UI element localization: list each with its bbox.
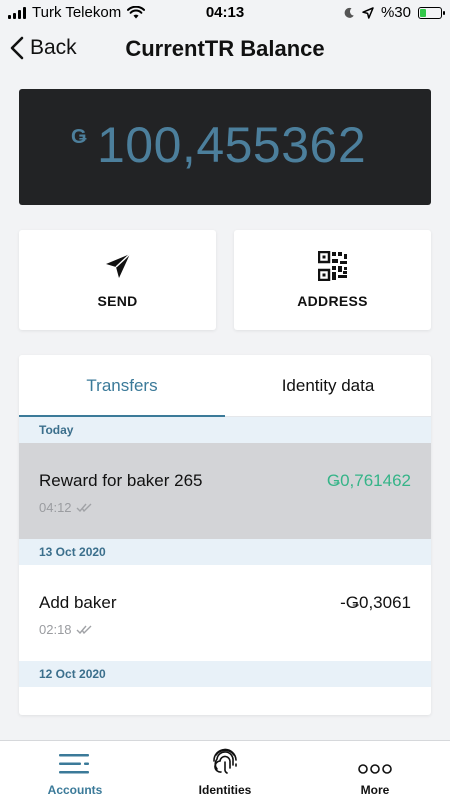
address-label: ADDRESS: [297, 293, 368, 309]
nav-accounts[interactable]: Accounts: [0, 741, 150, 800]
moon-icon: [344, 7, 354, 18]
status-bar: Turk Telekom 04:13 %30: [0, 0, 450, 26]
nav-identities[interactable]: Identities: [150, 741, 300, 800]
nav-more[interactable]: More: [300, 741, 450, 800]
tab-bar: Transfers Identity data: [19, 355, 431, 417]
transaction-amount: Ǥ0,761462: [326, 471, 411, 490]
transaction-title: Reward for baker 265: [39, 471, 203, 490]
send-icon: [105, 253, 131, 278]
transaction-row[interactable]: Reward for baker 265 Ǥ0,761462 04:12: [19, 443, 431, 539]
date-header: 13 Oct 2020: [19, 539, 431, 565]
nav-identities-label: Identities: [198, 783, 252, 797]
battery-level: [420, 8, 426, 17]
send-label: SEND: [97, 293, 138, 309]
more-icon: [358, 764, 392, 774]
transaction-title: Add baker: [39, 593, 117, 612]
date-header: 12 Oct 2020: [19, 661, 431, 687]
balance-amount: 100,455362: [97, 117, 367, 173]
nav-more-label: More: [360, 783, 390, 797]
page-title: CurrentTR Balance: [125, 36, 325, 61]
balance-card: Ǥ 100,455362: [19, 89, 431, 205]
transaction-time: 02:18: [39, 622, 92, 637]
status-right: %30: [343, 4, 445, 21]
battery-icon: [418, 6, 445, 19]
address-button[interactable]: ADDRESS: [234, 230, 431, 330]
transaction-row[interactable]: Add baker -Ǥ0,3061 02:18: [19, 565, 431, 661]
currency-symbol: Ǥ: [71, 126, 87, 148]
accounts-icon: [59, 754, 89, 774]
transaction-time: 04:12: [39, 500, 92, 515]
transaction-time-label: 02:18: [39, 622, 72, 637]
nav-header: Back CurrentTR Balance: [0, 28, 450, 72]
tab-transfers[interactable]: Transfers: [19, 355, 225, 416]
location-arrow-icon: [362, 6, 374, 19]
battery-percent: %30: [380, 4, 411, 21]
double-check-icon: [76, 503, 92, 512]
transfers-panel: Transfers Identity data Today Reward for…: [19, 355, 431, 715]
nav-accounts-label: Accounts: [47, 783, 103, 797]
transaction-time-label: 04:12: [39, 500, 72, 515]
send-button[interactable]: SEND: [19, 230, 216, 330]
tab-identity-data[interactable]: Identity data: [225, 355, 431, 416]
qr-code-icon: [317, 251, 347, 281]
bottom-nav: Accounts Identities More: [0, 740, 450, 800]
transaction-amount: -Ǥ0,3061: [340, 593, 411, 612]
double-check-icon: [76, 625, 92, 634]
fingerprint-icon: [213, 748, 237, 774]
active-tab-indicator: [19, 415, 225, 417]
date-header: Today: [19, 417, 431, 443]
